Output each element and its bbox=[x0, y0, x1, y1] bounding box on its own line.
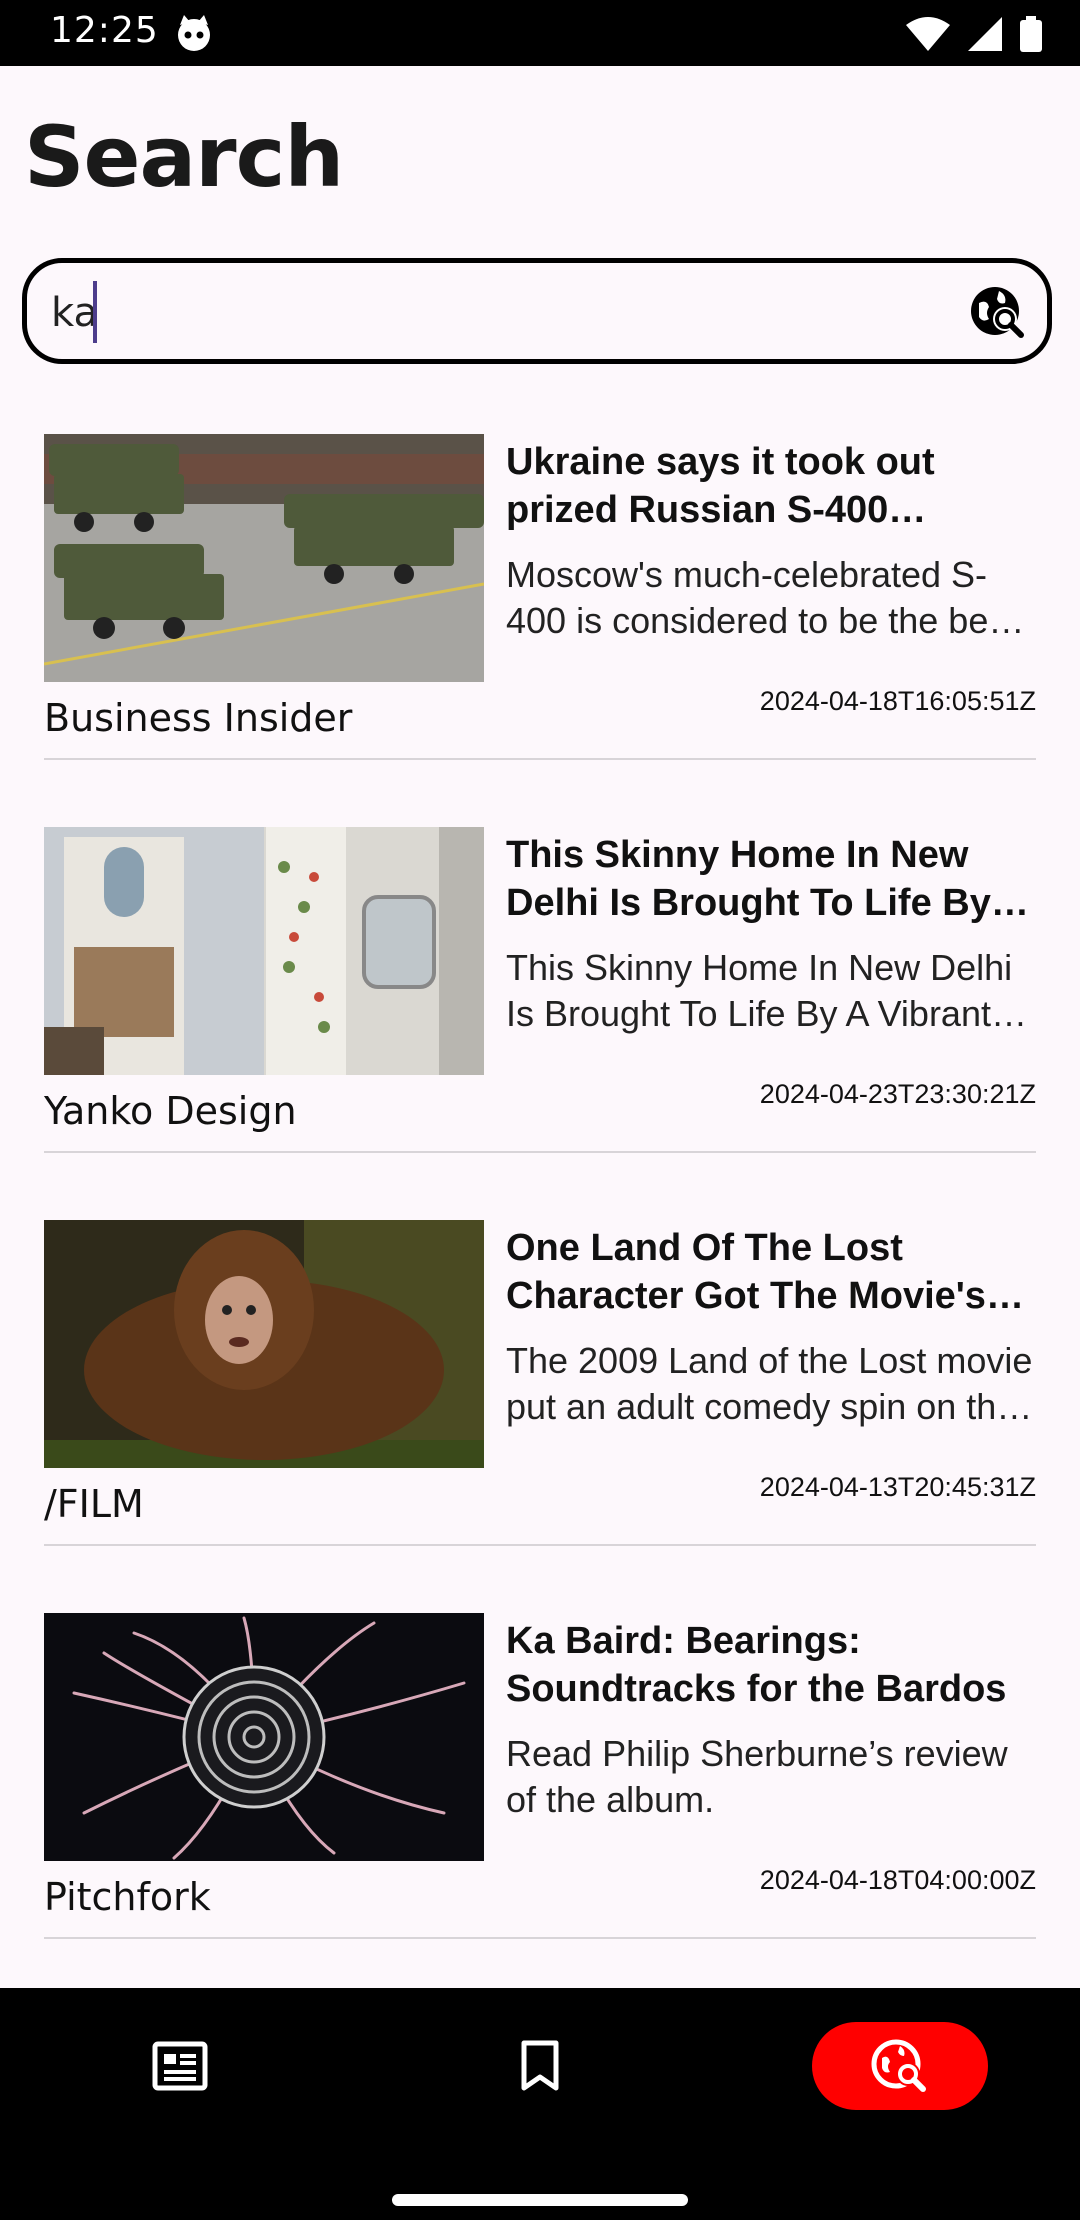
divider bbox=[44, 1937, 1036, 1939]
home-indicator[interactable] bbox=[392, 2194, 688, 2206]
article-title[interactable]: Ukraine says it took out prized Russian … bbox=[506, 438, 1036, 534]
skinny-home-photo bbox=[44, 827, 484, 1075]
news-icon bbox=[152, 2041, 208, 2091]
article-title[interactable]: This Skinny Home In New Delhi Is Brought… bbox=[506, 831, 1036, 927]
article-description: The 2009 Land of the Lost movie put an a… bbox=[506, 1340, 1033, 1427]
page-title: Search bbox=[24, 108, 344, 206]
article-source: Yanko Design bbox=[44, 1089, 297, 1133]
article-card[interactable]: Ka Baird: Bearings: Soundtracks for the … bbox=[44, 1613, 1036, 1939]
article-thumbnail bbox=[44, 1613, 484, 1861]
article-source: Pitchfork bbox=[44, 1875, 211, 1919]
cat-notification-icon bbox=[178, 15, 210, 51]
article-date: 2024-04-23T23:30:21Z bbox=[759, 1079, 1036, 1109]
nav-item-news[interactable] bbox=[130, 2022, 230, 2110]
military-trucks-photo bbox=[44, 434, 484, 682]
wifi-icon bbox=[906, 17, 950, 51]
battery-icon bbox=[1020, 16, 1042, 52]
article-date: 2024-04-18T04:00:00Z bbox=[759, 1865, 1036, 1895]
album-art-photo bbox=[44, 1613, 484, 1861]
divider bbox=[44, 1151, 1036, 1153]
status-bar: 12:25 bbox=[0, 0, 1080, 66]
article-thumbnail bbox=[44, 827, 484, 1075]
nav-item-search[interactable] bbox=[812, 2022, 988, 2110]
article-card[interactable]: Ukraine says it took out prized Russian … bbox=[44, 434, 1036, 760]
article-description: This Skinny Home In New Delhi Is Brought… bbox=[506, 947, 1013, 1034]
divider bbox=[44, 1544, 1036, 1546]
search-globe-icon bbox=[871, 2039, 926, 2092]
text-cursor bbox=[93, 281, 97, 343]
article-description: Moscow's much-celebrated S-400 is consid… bbox=[506, 554, 1017, 641]
signal-icon bbox=[968, 17, 1002, 51]
article-thumbnail bbox=[44, 434, 484, 682]
search-bar[interactable] bbox=[22, 258, 1052, 364]
article-source: Business Insider bbox=[44, 696, 353, 740]
article-description: Read Philip Sherburne’s review of the al… bbox=[506, 1733, 1008, 1820]
status-icons bbox=[906, 14, 1042, 54]
search-input[interactable] bbox=[49, 281, 953, 345]
article-date: 2024-04-13T20:45:31Z bbox=[759, 1472, 1036, 1502]
creature-photo bbox=[44, 1220, 484, 1468]
article-source: /FILM bbox=[44, 1482, 144, 1526]
article-title[interactable]: One Land Of The Lost Character Got The M… bbox=[506, 1224, 1036, 1320]
article-thumbnail bbox=[44, 1220, 484, 1468]
search-globe-icon[interactable] bbox=[969, 283, 1029, 343]
bottom-navigation bbox=[0, 1988, 1080, 2220]
status-time: 12:25 bbox=[50, 10, 159, 51]
article-title[interactable]: Ka Baird: Bearings: Soundtracks for the … bbox=[506, 1617, 1036, 1713]
nav-item-saved[interactable] bbox=[490, 2022, 590, 2110]
article-date: 2024-04-18T16:05:51Z bbox=[759, 686, 1036, 716]
article-card[interactable]: One Land Of The Lost Character Got The M… bbox=[44, 1220, 1036, 1546]
bookmark-icon bbox=[521, 2040, 559, 2091]
divider bbox=[44, 758, 1036, 760]
article-card[interactable]: This Skinny Home In New Delhi Is Brought… bbox=[44, 827, 1036, 1153]
